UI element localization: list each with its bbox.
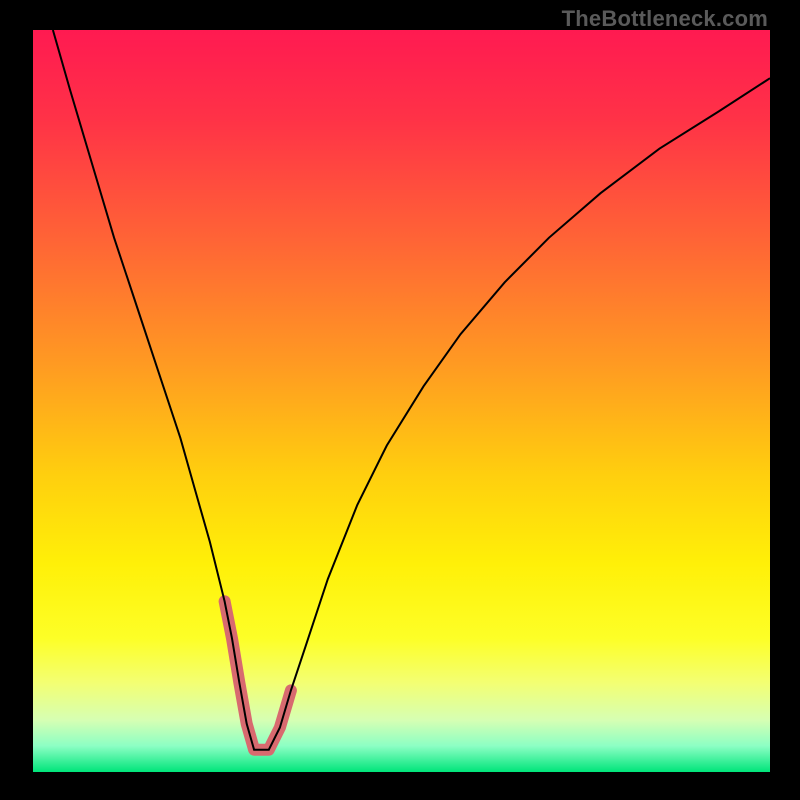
chart-background-gradient: [33, 30, 770, 772]
chart-frame: TheBottleneck.com: [0, 0, 800, 800]
watermark-text: TheBottleneck.com: [562, 6, 768, 32]
chart-plot-area: [33, 30, 770, 772]
